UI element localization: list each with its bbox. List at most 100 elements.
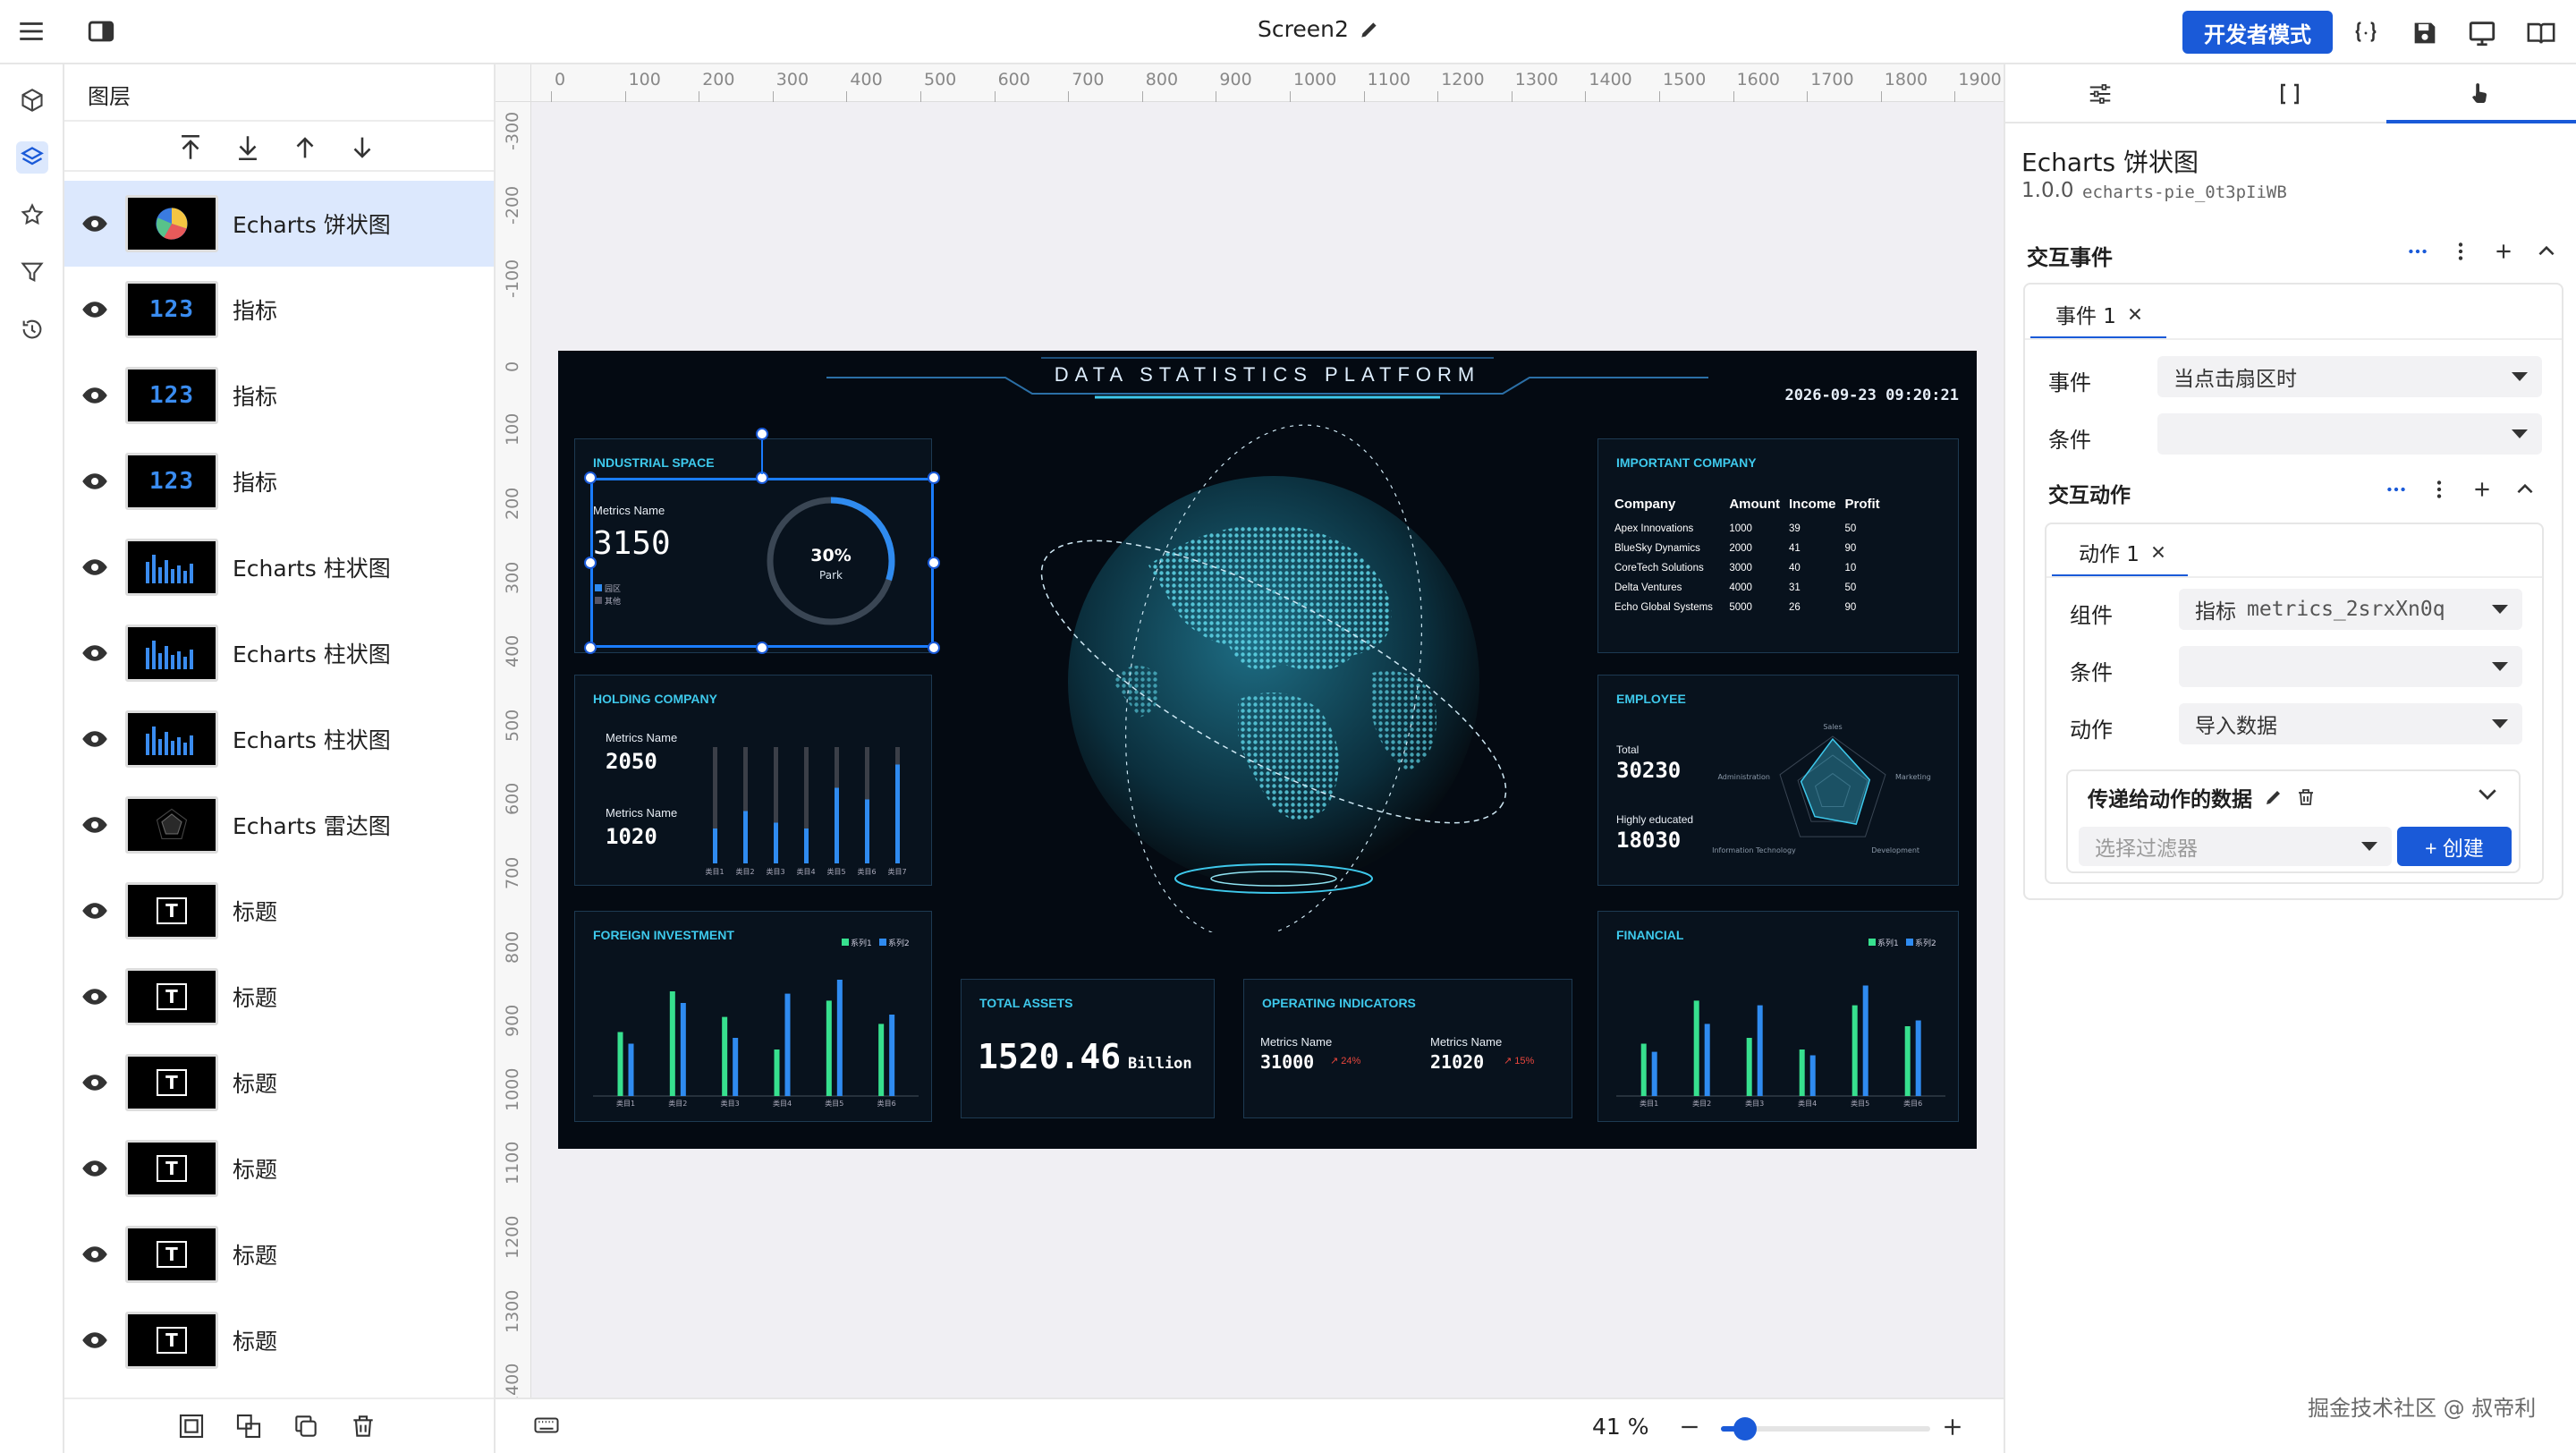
resize-handle[interactable] xyxy=(928,472,940,484)
visibility-eye-icon[interactable] xyxy=(77,721,113,757)
visibility-eye-icon[interactable] xyxy=(77,378,113,413)
layer-row[interactable]: T 标题 xyxy=(64,868,494,954)
chevron-down-icon[interactable] xyxy=(2474,780,2501,807)
total-assets-panel[interactable]: TOTAL ASSETS 1520.46 Billion xyxy=(961,979,1215,1118)
move-to-bottom-icon[interactable] xyxy=(233,132,263,163)
edit-pencil-icon[interactable] xyxy=(1358,18,1381,41)
more-horizontal-icon[interactable] xyxy=(2385,478,2408,501)
visibility-eye-icon[interactable] xyxy=(77,1236,113,1272)
visibility-eye-icon[interactable] xyxy=(77,1322,113,1358)
visibility-eye-icon[interactable] xyxy=(77,292,113,327)
layer-row[interactable]: Echarts 柱状图 xyxy=(64,524,494,610)
favorites-star-icon[interactable] xyxy=(16,199,48,231)
layer-row[interactable]: T 标题 xyxy=(64,954,494,1040)
action-condition-select[interactable] xyxy=(2179,646,2522,687)
layer-row[interactable]: T 标题 xyxy=(64,1297,494,1383)
holding-company-panel[interactable]: HOLDING COMPANY Metrics Name 2050 Metric… xyxy=(574,675,932,886)
developer-mode-button[interactable]: 开发者模式 xyxy=(2182,11,2333,54)
resize-handle[interactable] xyxy=(928,642,940,654)
resize-handle[interactable] xyxy=(928,557,940,569)
foreign-investment-panel[interactable]: FOREIGN INVESTMENT 类目1 类目2 类目3 类目4 类目5 类目6 系列1… xyxy=(574,911,932,1122)
zoom-out-icon[interactable] xyxy=(1676,1414,1703,1440)
resize-handle[interactable] xyxy=(584,472,597,484)
close-icon[interactable] xyxy=(2148,542,2168,562)
visibility-eye-icon[interactable] xyxy=(77,463,113,499)
keyboard-icon[interactable] xyxy=(533,1412,560,1439)
edit-pencil-icon[interactable] xyxy=(2263,786,2284,808)
component-select[interactable]: 指标 metrics_2srxXn0q xyxy=(2179,589,2522,630)
zoom-slider[interactable] xyxy=(1721,1417,1930,1440)
resize-handle[interactable] xyxy=(756,642,768,654)
layers-icon[interactable] xyxy=(16,141,48,174)
resize-handle[interactable] xyxy=(584,642,597,654)
menu-icon[interactable] xyxy=(16,16,47,47)
filter-funnel-icon[interactable] xyxy=(16,256,48,288)
dashboard-screen[interactable]: DATA STATISTICS PLATFORM 2026-09-23 09:2… xyxy=(558,351,1977,1149)
employee-panel[interactable]: EMPLOYEE Total 30230 Highly educated 180… xyxy=(1597,675,1959,886)
more-horizontal-icon[interactable] xyxy=(2406,240,2429,263)
group-icon[interactable] xyxy=(177,1412,206,1440)
layer-row[interactable]: 123 指标 xyxy=(64,267,494,353)
visibility-eye-icon[interactable] xyxy=(77,206,113,242)
more-vertical-icon[interactable] xyxy=(2428,478,2451,501)
tab-interaction[interactable] xyxy=(2385,64,2574,123)
code-braces-icon[interactable] xyxy=(2351,18,2381,48)
financial-panel[interactable]: FINANCIAL 类目1 类目2 类目3 类目4 类目5 类目6 系列1 系列2 xyxy=(1597,911,1959,1122)
chevron-up-icon[interactable] xyxy=(2535,240,2558,263)
layer-row[interactable]: 123 指标 xyxy=(64,438,494,524)
rotate-handle[interactable] xyxy=(756,428,768,440)
more-vertical-icon[interactable] xyxy=(2449,240,2472,263)
event-tab[interactable]: 事件 1 xyxy=(2055,299,2145,329)
visibility-eye-icon[interactable] xyxy=(77,979,113,1015)
delete-trash-icon[interactable] xyxy=(2295,786,2317,808)
close-icon[interactable] xyxy=(2125,304,2145,324)
components-cube-icon[interactable] xyxy=(16,84,48,116)
history-icon[interactable] xyxy=(16,313,48,345)
filter-select[interactable]: 选择过滤器 xyxy=(2079,827,2392,866)
screen-title[interactable]: Screen2 xyxy=(1258,16,1381,42)
operating-indicators-panel[interactable]: OPERATING INDICATORS Metrics Name 31000 … xyxy=(1243,979,1572,1118)
save-icon[interactable] xyxy=(2410,18,2440,48)
ruler-horizontal[interactable]: 0 100 200 300 400 500 600 700 800 900 1000 1100 1200… xyxy=(531,64,2004,102)
important-company-panel[interactable]: IMPORTANT COMPANY Company Amount Income Pro… xyxy=(1597,438,1959,653)
layer-row[interactable]: Echarts 饼状图 xyxy=(64,181,494,267)
preview-monitor-icon[interactable] xyxy=(2467,18,2497,48)
visibility-eye-icon[interactable] xyxy=(77,549,113,585)
pass-data-header[interactable]: 传递给动作的数据 xyxy=(2088,782,2317,812)
layer-row[interactable]: T 标题 xyxy=(64,1211,494,1297)
panel-toggle-icon[interactable] xyxy=(86,16,116,47)
move-up-icon[interactable] xyxy=(290,132,320,163)
selection-box[interactable] xyxy=(590,478,934,648)
copy-icon[interactable] xyxy=(292,1412,320,1440)
layer-row[interactable]: T 标题 xyxy=(64,1126,494,1211)
event-select[interactable]: 当点击扇区时 xyxy=(2157,356,2542,397)
move-down-icon[interactable] xyxy=(347,132,377,163)
visibility-eye-icon[interactable] xyxy=(77,893,113,929)
layer-row[interactable]: Echarts 柱状图 xyxy=(64,696,494,782)
layer-row[interactable]: T 标题 xyxy=(64,1040,494,1126)
visibility-eye-icon[interactable] xyxy=(77,1151,113,1186)
create-filter-button[interactable]: + 创建 xyxy=(2397,827,2512,866)
condition-select[interactable] xyxy=(2157,413,2542,455)
ruler-vertical[interactable]: -300 -200 -100 0 100 200 300 400 500 600 700 800 900… xyxy=(496,102,531,1398)
zoom-in-icon[interactable] xyxy=(1939,1414,1966,1440)
ungroup-icon[interactable] xyxy=(234,1412,263,1440)
tab-data[interactable] xyxy=(2195,64,2385,123)
action-select[interactable]: 导入数据 xyxy=(2179,703,2522,744)
action-tab[interactable]: 动作 1 xyxy=(2079,537,2168,567)
layer-row[interactable]: 123 指标 xyxy=(64,353,494,438)
zoom-slider-knob[interactable] xyxy=(1733,1417,1758,1440)
docs-book-icon[interactable] xyxy=(2526,18,2556,48)
visibility-eye-icon[interactable] xyxy=(77,635,113,671)
delete-trash-icon[interactable] xyxy=(349,1412,377,1440)
visibility-eye-icon[interactable] xyxy=(77,807,113,843)
layer-row[interactable]: Echarts 柱状图 xyxy=(64,610,494,696)
move-to-top-icon[interactable] xyxy=(175,132,206,163)
chevron-up-icon[interactable] xyxy=(2513,478,2537,501)
resize-handle[interactable] xyxy=(584,557,597,569)
add-plus-icon[interactable] xyxy=(2470,478,2494,501)
tab-style[interactable] xyxy=(2005,64,2195,123)
layer-row[interactable]: Echarts 雷达图 xyxy=(64,782,494,868)
add-plus-icon[interactable] xyxy=(2492,240,2515,263)
visibility-eye-icon[interactable] xyxy=(77,1065,113,1100)
